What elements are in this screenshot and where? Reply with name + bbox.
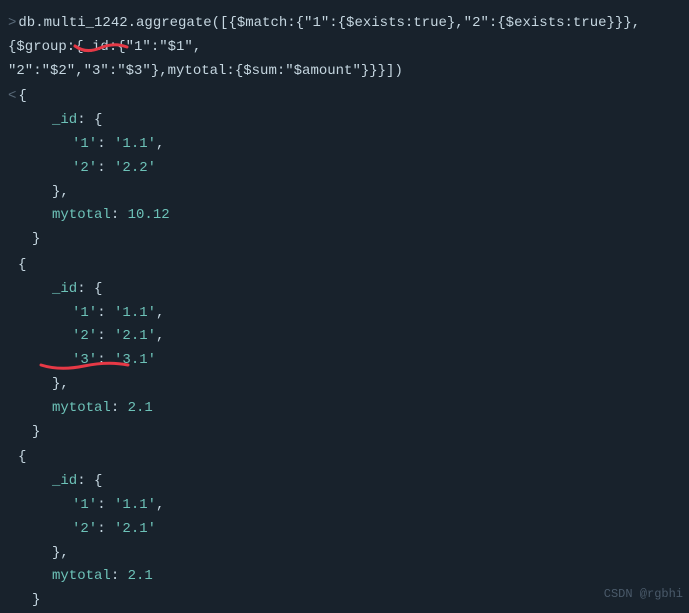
- entry-key: '1': [72, 497, 97, 513]
- command-text-1: db.multi_1242.aggregate([{$match:{"1":{$…: [8, 15, 640, 55]
- entry-key: '2': [72, 328, 97, 344]
- entry-value: '2.1': [114, 521, 156, 537]
- entry-value: '2.2': [114, 160, 156, 176]
- mytotal-key: mytotal: [52, 568, 111, 584]
- collapse-icon[interactable]: <: [8, 85, 16, 109]
- brace-open: {: [18, 257, 26, 273]
- command-line-1: >db.multi_1242.aggregate([{$match:{"1":{…: [8, 12, 681, 60]
- entry-value: '2.1': [114, 328, 156, 344]
- brace-close: }: [32, 231, 40, 247]
- entry-value: '3.1': [114, 352, 156, 368]
- entry-value: '1.1': [114, 497, 156, 513]
- brace-close: }: [32, 592, 40, 608]
- mytotal-value: 2.1: [128, 568, 153, 584]
- mytotal-value: 10.12: [128, 207, 170, 223]
- watermark: CSDN @rgbhi: [604, 584, 683, 604]
- entry-value: '1.1': [114, 136, 156, 152]
- command-text-2: "2":"$2","3":"$3"},mytotal:{$sum:"$amoun…: [8, 63, 403, 79]
- mytotal-key: mytotal: [52, 400, 111, 416]
- brace-close: }: [32, 424, 40, 440]
- mytotal-value: 2.1: [128, 400, 153, 416]
- brace-open: {: [18, 88, 26, 104]
- mytotal-key: mytotal: [52, 207, 111, 223]
- entry-key: '1': [72, 305, 97, 321]
- id-key: _id: [52, 473, 77, 489]
- prompt-icon: >: [8, 12, 16, 36]
- brace-open: {: [18, 449, 26, 465]
- entry-key: '3': [72, 352, 97, 368]
- query-results: <{_id: {'1': '1.1','2': '2.2'},mytotal: …: [8, 85, 681, 613]
- entry-key: '1': [72, 136, 97, 152]
- entry-value: '1.1': [114, 305, 156, 321]
- entry-key: '2': [72, 521, 97, 537]
- command-line-2: "2":"$2","3":"$3"},mytotal:{$sum:"$amoun…: [8, 60, 681, 84]
- entry-key: '2': [72, 160, 97, 176]
- id-key: _id: [52, 281, 77, 297]
- id-key: _id: [52, 112, 77, 128]
